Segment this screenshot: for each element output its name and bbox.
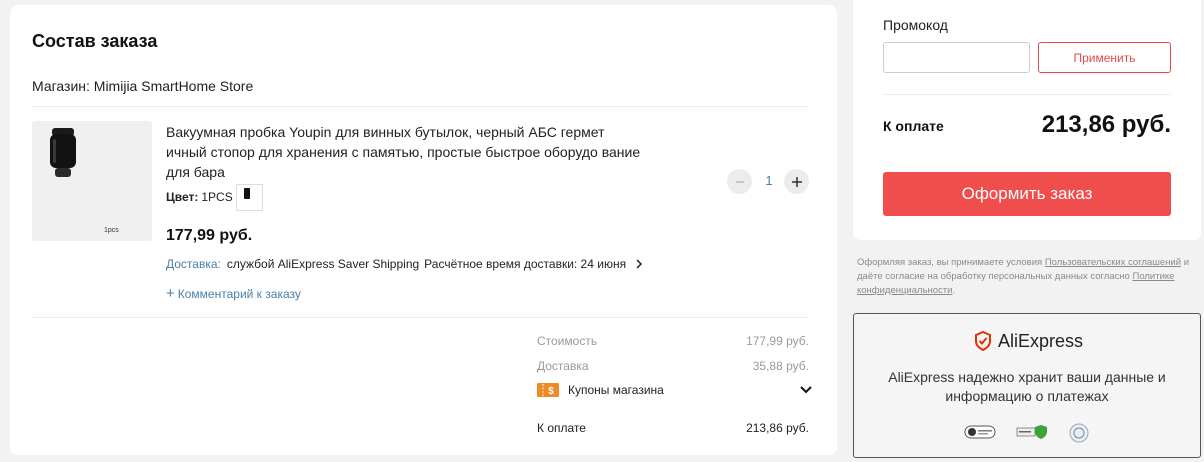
promo-code-input[interactable] <box>883 42 1030 73</box>
security-message: AliExpress надежно хранит ваши данные и … <box>888 369 1166 404</box>
image-caption: 1pcs <box>104 227 119 234</box>
legal-notice: Оформляя заказ, вы принимаете условия По… <box>857 256 1199 298</box>
color-swatch[interactable] <box>235 183 263 211</box>
shield-check-icon <box>975 331 991 351</box>
pay-label: К оплате <box>883 118 944 134</box>
divider <box>32 317 808 318</box>
store-name[interactable]: Магазин: Mimijia SmartHome Store <box>32 78 253 94</box>
brand-name: AliExpress <box>998 330 1084 351</box>
security-badge-icon <box>1069 423 1089 443</box>
security-badges <box>964 422 1094 444</box>
legal-text: Оформляя заказ, вы принимаете условия <box>857 257 1045 268</box>
swatch-thumb <box>243 187 250 199</box>
summary-total-row: К оплате 213,86 руб. <box>537 421 809 435</box>
user-agreement-link[interactable]: Пользовательских соглашений <box>1045 257 1181 268</box>
plus-icon: + <box>166 285 175 302</box>
cost-label: Стоимость <box>537 334 598 348</box>
delivery-eta: Расчётное время доставки: 24 июня <box>424 257 627 271</box>
plus-icon <box>791 176 802 187</box>
cost-value: 177,99 руб. <box>746 334 809 348</box>
decrease-quantity-button[interactable] <box>727 169 752 194</box>
order-title: Состав заказа <box>32 31 158 51</box>
color-label: Цвет: <box>166 190 199 204</box>
shipping-label: Доставка <box>537 359 589 373</box>
wine-stopper-image <box>50 128 76 177</box>
quantity-stepper: 1 <box>727 169 809 195</box>
divider <box>883 94 1171 95</box>
product-image[interactable]: 1pcs <box>32 121 152 241</box>
total-value: 213,86 руб. <box>746 421 809 435</box>
aliexpress-logo: AliExpress <box>974 330 1083 352</box>
apply-promo-button[interactable]: Применить <box>1038 42 1171 73</box>
divider <box>32 106 808 107</box>
checkout-panel: Промокод Применить К оплате 213,86 руб. … <box>853 0 1201 240</box>
product-price: 177,99 руб. <box>166 227 253 244</box>
product-title[interactable]: Вакуумная пробка Youpin для винных бутыл… <box>166 122 646 182</box>
security-info-box: AliExpress AliExpress надежно хранит ваш… <box>853 313 1201 458</box>
quantity-value[interactable]: 1 <box>763 173 775 188</box>
product-color: Цвет: 1PCS <box>166 183 263 211</box>
coupons-label: Купоны магазина <box>568 383 664 397</box>
increase-quantity-button[interactable] <box>784 169 809 194</box>
store-coupons-toggle[interactable]: $ Купоны магазина <box>537 381 813 399</box>
color-value: 1PCS <box>201 190 233 204</box>
minus-icon <box>735 180 744 183</box>
total-label: К оплате <box>537 421 586 435</box>
summary-shipping-row: Доставка 35,88 руб. <box>537 359 809 373</box>
summary-cost-row: Стоимость 177,99 руб. <box>537 334 809 348</box>
security-badge-icon <box>1016 425 1047 439</box>
coupon-icon: $ <box>537 383 559 397</box>
delivery-label: Доставка: <box>166 257 221 271</box>
chevron-down-icon[interactable] <box>799 383 813 397</box>
pay-amount: 213,86 руб. <box>1041 111 1171 138</box>
add-comment-link[interactable]: + Комментарий к заказу <box>166 285 301 302</box>
security-badge-icon <box>964 425 996 439</box>
shipping-value: 35,88 руб. <box>752 359 809 373</box>
delivery-method: службой AliExpress Saver Shipping <box>226 257 420 271</box>
delivery-info[interactable]: Доставка: службой AliExpress Saver Shipp… <box>166 257 646 271</box>
comment-link-label: Комментарий к заказу <box>177 287 301 301</box>
promo-code-label: Промокод <box>883 17 948 33</box>
svg-text:$: $ <box>548 386 554 397</box>
legal-text: . <box>952 285 956 296</box>
chevron-right-icon[interactable] <box>632 257 646 271</box>
order-panel: Состав заказа Магазин: Mimijia SmartHome… <box>10 5 837 455</box>
place-order-button[interactable]: Оформить заказ <box>883 172 1171 216</box>
